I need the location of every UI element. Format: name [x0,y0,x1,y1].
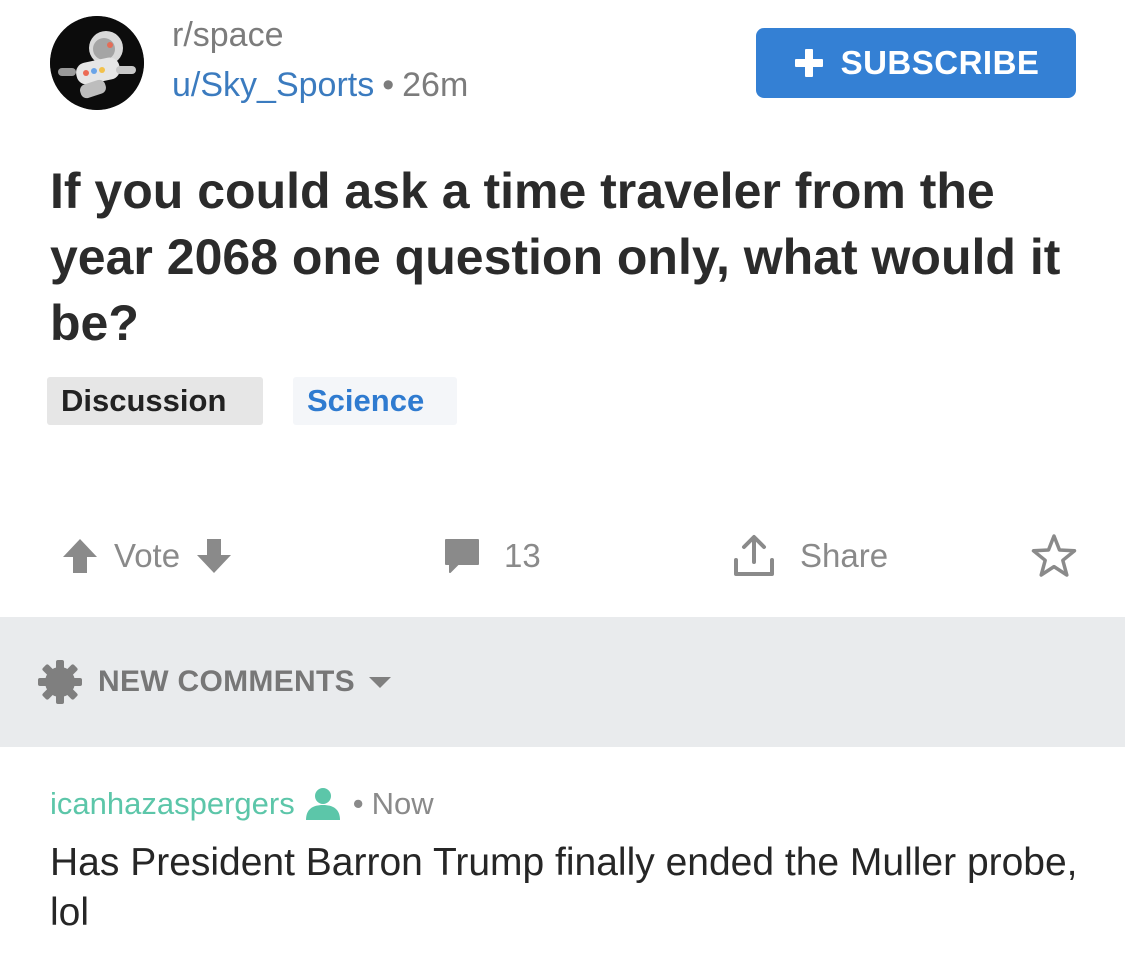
arrow-down-icon[interactable] [194,536,234,576]
subreddit-name[interactable]: r/space [172,16,284,55]
share-button[interactable]: Share [730,530,888,582]
plus-icon [794,49,823,77]
gear-icon [38,660,82,704]
subscribe-button[interactable]: SUBSCRIBE [756,28,1076,98]
flair-discussion[interactable]: Discussion [47,377,263,425]
comment-sort-bar: NEW COMMENTS [0,617,1125,747]
meta-separator: • [382,66,395,104]
vote-control: Vote [60,530,234,582]
astronaut-avatar-icon [50,16,144,110]
sort-dropdown[interactable]: NEW COMMENTS [36,657,393,707]
share-icon [734,535,774,576]
comment-count: 13 [504,537,541,574]
post-title[interactable]: If you could ask a time traveler from th… [50,158,1070,356]
post-age: 26m [402,66,469,104]
post-author[interactable]: u/Sky_Sports [172,66,374,104]
post-detail-page: r/space u/Sky_Sports • 26m SUBSCRIBE If yo… [0,0,1125,961]
speech-bubble-icon [445,539,479,573]
subscribe-label: SUBSCRIBE [840,44,1040,81]
subreddit-avatar[interactable] [50,16,144,110]
comment-author[interactable]: icanhazaspergers [50,786,295,822]
share-label: Share [800,537,889,574]
caret-down-icon [368,677,391,688]
person-icon [303,786,343,822]
comments-button[interactable]: 13 [442,530,541,582]
arrow-up-icon[interactable] [60,536,100,576]
comment-body: Has President Barron Trump finally ended… [50,841,1078,934]
vote-label: Vote [114,537,181,574]
comment-meta: icanhazaspergers • Now [50,782,434,826]
star-icon[interactable] [1030,533,1078,579]
sort-label: NEW COMMENTS [98,665,355,698]
comment-age: Now [371,786,434,821]
flair-science[interactable]: Science [293,377,457,425]
comment-separator: • [352,786,364,821]
post-meta: u/Sky_Sports • 26m [172,66,468,105]
